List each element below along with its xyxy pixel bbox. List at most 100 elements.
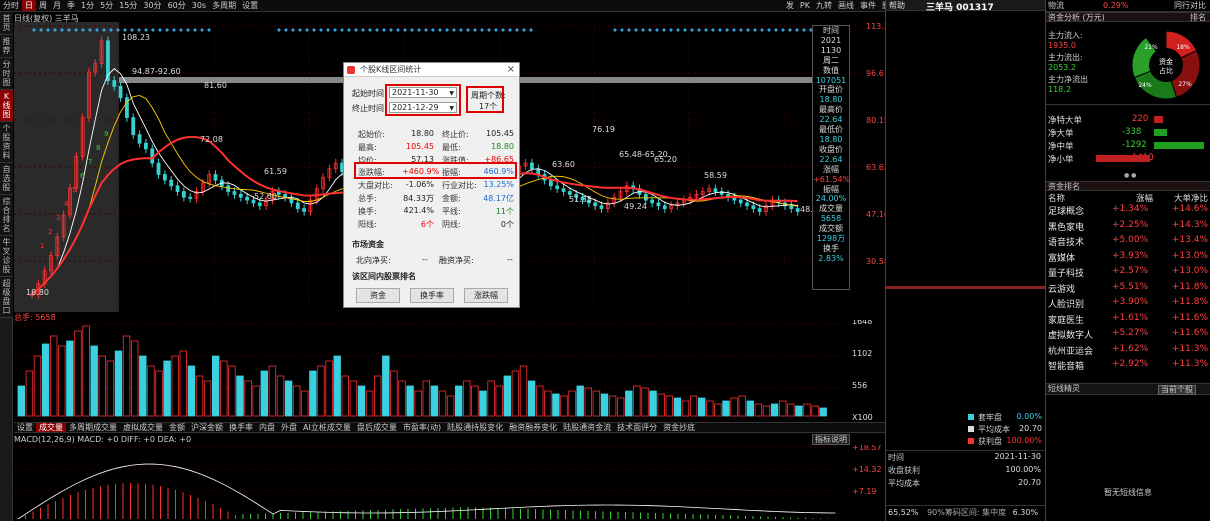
stat-row: 时间 2021-11-30 <box>888 452 1043 465</box>
rank-ratio: +13.0% <box>1171 250 1208 261</box>
rank-row[interactable]: 富媒体 +3.93% +13.0% <box>1046 251 1210 267</box>
period-3[interactable]: 月 <box>50 0 64 11</box>
rank-row[interactable]: 量子科技 +2.57% +13.0% <box>1046 266 1210 282</box>
fund-pie-chart: 资金占比 21% 18% 24% 27% <box>1131 30 1201 100</box>
tab-5[interactable]: 沪深金额 <box>188 423 226 432</box>
candle-body <box>162 174 167 181</box>
volume-chart[interactable]: 1648 1102 556 X100 <box>14 320 885 420</box>
rank-change-button[interactable]: 涨跌幅 <box>464 288 508 303</box>
vtab-7[interactable]: 牛叉诊股 <box>0 236 13 277</box>
vtab-1[interactable]: 推荐 <box>0 35 13 58</box>
interval-stats-dialog: 个股K线区间统计 × 起始时间: 2021-11-30 ▼ 终止时间: 2021-… <box>343 62 520 308</box>
indicator-tab-row: 设置 成交量 多周期成交量 虚拟成交量 金额 沪深金额 换手率 内盘 外盘 AI立桩成交量 盘后成交… <box>14 422 885 433</box>
volume-bar <box>252 385 260 417</box>
event-marker <box>312 28 316 32</box>
tab-16[interactable]: 资金抄底 <box>660 423 698 432</box>
period-0[interactable]: 分时 <box>0 0 22 11</box>
vtab-6[interactable]: 综合排名 <box>0 195 13 236</box>
candle-body <box>593 202 598 207</box>
volume-bar <box>357 385 366 417</box>
period-11[interactable]: 多周期 <box>209 0 239 11</box>
volume-tick: 556 <box>852 381 867 390</box>
rank-row[interactable]: 智能音箱 +2.92% +11.3% <box>1046 359 1210 375</box>
event-marker <box>718 28 722 32</box>
tab-1[interactable]: 成交量 <box>36 423 66 432</box>
rank-button[interactable]: 排名 <box>1190 13 1206 23</box>
tab-4[interactable]: 金额 <box>166 423 188 432</box>
rank-row[interactable]: 黑色家电 +2.25% +14.3% <box>1046 220 1210 236</box>
tool-4[interactable]: 事件 <box>857 0 879 11</box>
tab-8[interactable]: 外盘 <box>278 423 300 432</box>
rank-turnover-button[interactable]: 换手率 <box>410 288 454 303</box>
rank-funds-button[interactable]: 资金 <box>356 288 400 303</box>
event-marker <box>648 28 652 32</box>
rank-row[interactable]: 虚拟数字人 +5.27% +11.6% <box>1046 328 1210 344</box>
tab-0[interactable]: 设置 <box>14 423 36 432</box>
genius-filter-select[interactable]: 当前个股 <box>1158 385 1196 395</box>
tab-9[interactable]: AI立桩成交量 <box>300 423 354 432</box>
tool-2[interactable]: 九转 <box>813 0 835 11</box>
event-marker <box>305 28 309 32</box>
tab-6[interactable]: 换手率 <box>226 423 256 432</box>
tab-12[interactable]: 陆股通持股变化 <box>444 423 506 432</box>
period-7[interactable]: 15分 <box>116 0 140 11</box>
stat-row: 收盘获利 100.00% <box>888 465 1043 478</box>
tab-14[interactable]: 陆股通资金流 <box>560 423 614 432</box>
tool-0[interactable]: 发 <box>783 0 797 11</box>
tool-1[interactable]: PK <box>797 0 813 11</box>
period-2[interactable]: 周 <box>36 0 50 11</box>
volume-bar <box>730 397 738 417</box>
volume-bar <box>795 405 803 417</box>
tab-15[interactable]: 技术面评分 <box>614 423 660 432</box>
vtab-0[interactable]: 首页 <box>0 12 13 35</box>
event-marker <box>326 28 330 32</box>
event-marker <box>613 28 617 32</box>
volume-bar <box>276 375 285 417</box>
vtab-3[interactable]: K线图 <box>0 90 13 122</box>
tool-3[interactable]: 画线 <box>835 0 857 11</box>
tab-13[interactable]: 融资融券变化 <box>506 423 560 432</box>
period-8[interactable]: 30分 <box>140 0 164 11</box>
period-1[interactable]: 日 <box>22 0 36 11</box>
tab-2[interactable]: 多周期成交量 <box>66 423 120 432</box>
vtab-2[interactable]: 分时图 <box>0 58 13 90</box>
peer-compare-link[interactable]: 同行对比 <box>1174 0 1206 12</box>
stat-value: 421.4% <box>403 205 434 215</box>
vtab-5[interactable]: 自选股 <box>0 163 13 195</box>
indicator-help-button[interactable]: 指标说明 <box>812 434 850 445</box>
rank-row[interactable]: 人脸识别 +3.90% +11.8% <box>1046 297 1210 313</box>
close-icon[interactable]: × <box>507 63 515 77</box>
macd-chart[interactable]: +18.57 +14.32 +7.19 <box>14 445 885 521</box>
period-5[interactable]: 1分 <box>78 0 97 11</box>
rank-row[interactable]: 云游戏 +5.51% +11.8% <box>1046 282 1210 298</box>
td-count: 8 <box>96 144 100 152</box>
period-12[interactable]: 设置 <box>239 0 261 11</box>
stat-value: 0个 <box>500 219 514 229</box>
rank-row[interactable]: 家庭医生 +1.61% +11.6% <box>1046 313 1210 329</box>
rank-row[interactable]: 杭州亚运会 +1.62% +11.3% <box>1046 344 1210 360</box>
flow-label: 主力净流出 <box>1048 75 1088 84</box>
info-row: 周二 <box>823 55 839 65</box>
genius-header: 短线精灵 当前个股 <box>1046 383 1210 395</box>
rank-row[interactable]: 语音技术 +5.00% +13.4% <box>1046 235 1210 251</box>
tab-11[interactable]: 市盈率(动) <box>400 423 444 432</box>
tab-7[interactable]: 内盘 <box>256 423 278 432</box>
macd-label: MACD(12,26,9) MACD: +0 DIFF: +0 DEA: +0 <box>14 435 192 444</box>
vtab-4[interactable]: 个股资料 <box>0 122 13 163</box>
legend-value: 20.70 <box>1019 424 1042 433</box>
rank-row[interactable]: 足球概念 +1.34% +14.6% <box>1046 204 1210 220</box>
help-label[interactable]: 帮助 <box>889 1 905 10</box>
vtab-8[interactable]: 超级盘口 <box>0 277 13 318</box>
tab-10[interactable]: 盘后成交量 <box>354 423 400 432</box>
period-9[interactable]: 60分 <box>165 0 189 11</box>
period-10[interactable]: 30s <box>189 0 209 11</box>
period-4[interactable]: 季 <box>64 0 78 11</box>
page-dots[interactable]: ● ● <box>1124 172 1136 179</box>
candle-body <box>757 208 762 212</box>
chip-legend: 套牢盘 0.00% 平均成本 20.70 获利盘 100.00% <box>968 412 1044 448</box>
volume-bar <box>471 385 479 417</box>
legend-swatch <box>968 426 974 432</box>
tab-3[interactable]: 虚拟成交量 <box>120 423 166 432</box>
event-marker <box>130 28 134 32</box>
period-6[interactable]: 5分 <box>97 0 116 11</box>
